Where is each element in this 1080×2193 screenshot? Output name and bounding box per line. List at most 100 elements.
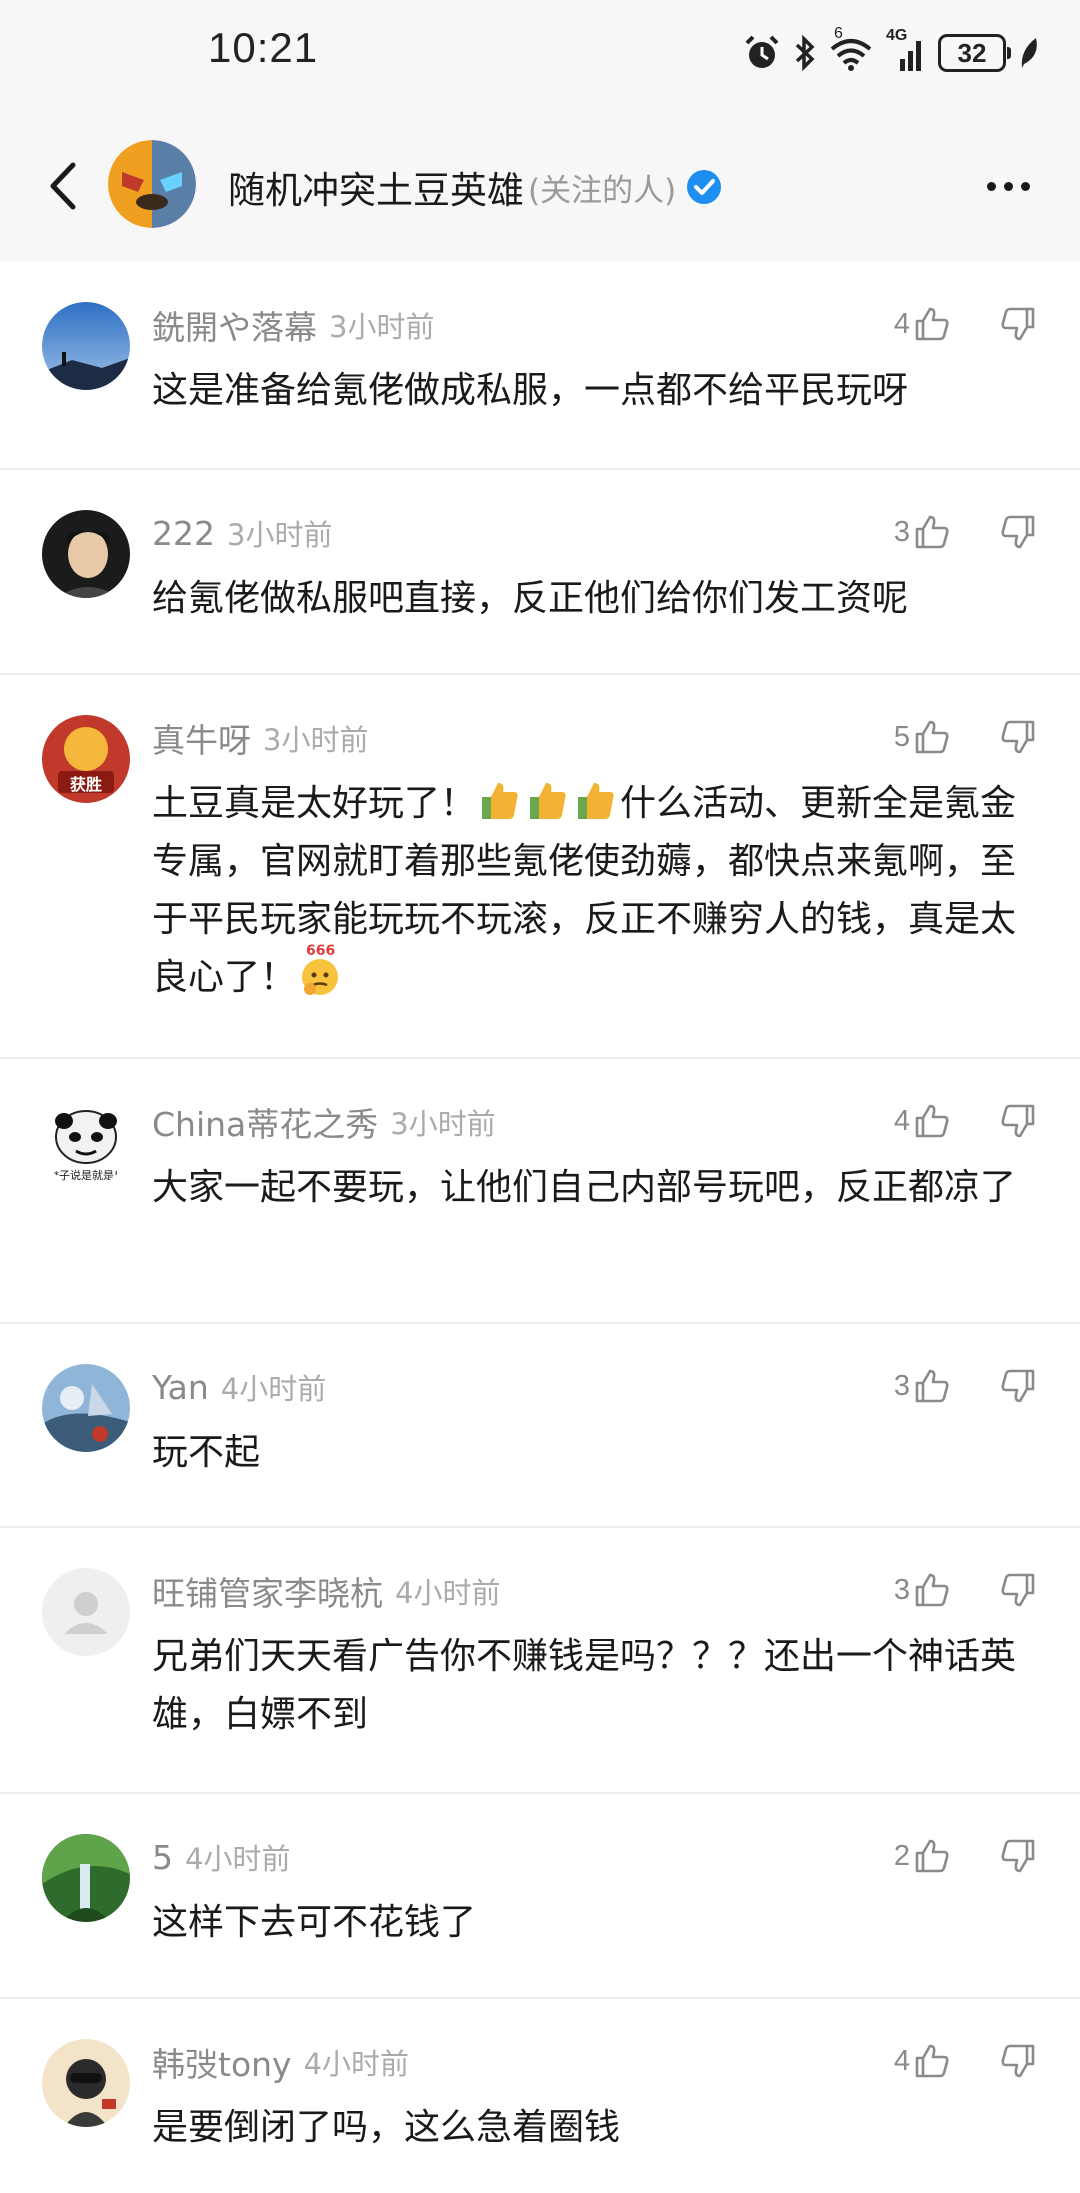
channel-name: 随机冲突土豆英雄 — [228, 169, 524, 212]
comment-meta: 222 3小时前 — [152, 510, 332, 556]
comment-text: 这样下去可不花钱了 — [152, 1902, 477, 1943]
comment-username[interactable]: 222 — [152, 514, 215, 553]
comment-actions: 2 — [894, 1834, 1036, 1878]
comment-actions: 3 — [894, 1568, 1036, 1612]
comment-actions: 3 — [894, 1364, 1036, 1408]
user-avatar[interactable] — [42, 302, 130, 390]
thumbs-up-icon — [915, 1839, 949, 1873]
status-bar: 10:21 6 4G 32 — [0, 0, 1080, 110]
comment-actions: 4 — [894, 2039, 1036, 2083]
follow-tag: (关注的人) — [528, 172, 677, 209]
comment-time: 3小时前 — [263, 723, 369, 757]
leaf-icon — [1018, 36, 1040, 70]
thumbs-up-icon — [915, 307, 949, 341]
dislike-button[interactable] — [1000, 719, 1036, 755]
user-avatar[interactable] — [42, 1364, 130, 1452]
thinking-666-emoji-icon: 666 — [298, 943, 342, 997]
like-count: 2 — [893, 1839, 910, 1872]
thumbs-down-icon — [1001, 1573, 1035, 1607]
like-button[interactable] — [914, 1572, 950, 1608]
comment-meta: China蒂花之秀 3小时前 — [152, 1099, 496, 1145]
comment-username[interactable]: 銑開や落幕 — [152, 301, 317, 349]
comment-item: Yan 4小时前 3 玩不起 — [0, 1322, 1080, 1526]
comment-username[interactable]: 旺铺管家李晓杭 — [152, 1567, 383, 1615]
user-avatar[interactable] — [42, 2039, 130, 2127]
comment-item: 韩弢tony 4小时前 4 是要倒闭了吗，这么急着圈钱 — [0, 1997, 1080, 2193]
comment-time: 4小时前 — [395, 1576, 501, 1610]
comment-meta: 真牛呀 3小时前 — [152, 715, 368, 761]
dislike-button[interactable] — [1000, 306, 1036, 342]
user-avatar[interactable]: *子说是就是! — [42, 1099, 130, 1187]
comment-meta: Yan 4小时前 — [152, 1364, 326, 1410]
comment-time: 4小时前 — [220, 1372, 327, 1406]
channel-avatar[interactable] — [108, 140, 196, 228]
user-avatar[interactable] — [42, 1568, 130, 1656]
comment-username[interactable]: Yan — [152, 1368, 209, 1407]
back-icon — [50, 162, 76, 210]
like-count: 3 — [893, 1369, 910, 1402]
like-button[interactable] — [914, 514, 950, 550]
comment-item: 222 3小时前 3 给氪佬做私服吧直接，反正他们给你们发工资呢 — [0, 468, 1080, 673]
header: 随机冲突土豆英雄 (关注的人) — [0, 110, 1080, 262]
dislike-button[interactable] — [1000, 1572, 1036, 1608]
comment-time: 4小时前 — [303, 2047, 410, 2081]
thumbs-down-icon — [1001, 1104, 1035, 1138]
more-icon-dot — [1020, 181, 1030, 191]
comment-time: 3小时前 — [390, 1107, 496, 1141]
wifi-icon: 6 — [828, 25, 874, 73]
emoji-badge: 666 — [306, 943, 336, 959]
user-avatar[interactable] — [42, 510, 130, 598]
comment-meta: 5 4小时前 — [152, 1834, 290, 1880]
dislike-button[interactable] — [1000, 2043, 1036, 2079]
thumbs-down-icon — [1001, 2044, 1035, 2078]
like-button[interactable] — [914, 1838, 950, 1874]
bluetooth-icon — [794, 33, 816, 73]
avatar-caption: *子说是就是! — [53, 1169, 119, 1182]
comment-item: 銑開や落幕 3小时前 4 这是准备给氪佬做成私服，一点都不给平民玩呀 — [0, 262, 1080, 468]
comment-meta: 韩弢tony 4小时前 — [152, 2039, 409, 2085]
comment-text-part: 土豆真是太好玩了！ — [152, 783, 477, 824]
dislike-button[interactable] — [1000, 1838, 1036, 1874]
comment-time: 3小时前 — [329, 310, 435, 344]
comment-username[interactable]: 5 — [152, 1838, 173, 1877]
wifi-badge: 6 — [834, 25, 843, 42]
like-button[interactable] — [914, 1368, 950, 1404]
dislike-button[interactable] — [1000, 514, 1036, 550]
thumbs-up-icon — [915, 2044, 949, 2078]
thumbs-down-icon — [1001, 720, 1035, 754]
thumbs-down-icon — [1001, 515, 1035, 549]
comment-username[interactable]: 韩弢tony — [152, 2038, 292, 2086]
comment-username[interactable]: China蒂花之秀 — [152, 1098, 378, 1146]
dislike-button[interactable] — [1000, 1368, 1036, 1404]
comment-text: 兄弟们天天看广告你不赚钱是吗？？？还出一个神话英雄，白嫖不到 — [152, 1636, 1017, 1735]
thumbs-up-emoji-icon — [578, 783, 614, 819]
thumbs-up-icon — [915, 720, 949, 754]
channel-title: 随机冲突土豆英雄 (关注的人) — [228, 162, 722, 212]
signal-icon: 4G — [886, 27, 926, 73]
more-button[interactable] — [980, 166, 1036, 206]
like-button[interactable] — [914, 719, 950, 755]
like-count: 3 — [893, 1573, 910, 1606]
status-icons: 6 4G 32 — [742, 25, 1040, 76]
like-button[interactable] — [914, 1103, 950, 1139]
back-button[interactable] — [40, 156, 86, 216]
thumbs-up-icon — [915, 1104, 949, 1138]
comment-list: 銑開や落幕 3小时前 4 这是准备给氪佬做成私服，一点都不给平民玩呀 222 3… — [0, 262, 1080, 2193]
more-icon-dot — [1003, 181, 1013, 191]
dislike-button[interactable] — [1000, 1103, 1036, 1139]
comment-time: 4小时前 — [185, 1842, 291, 1876]
user-avatar[interactable]: 获胜 — [42, 715, 130, 803]
user-avatar[interactable] — [42, 1834, 130, 1922]
comment-text: 这是准备给氪佬做成私服，一点都不给平民玩呀 — [152, 370, 909, 411]
thumbs-down-icon — [1001, 307, 1035, 341]
like-count: 4 — [893, 2044, 910, 2077]
comment-meta: 銑開や落幕 3小时前 — [152, 302, 434, 348]
status-time: 10:21 — [208, 24, 319, 71]
like-count: 4 — [893, 307, 910, 340]
like-button[interactable] — [914, 306, 950, 342]
alarm-icon — [742, 33, 782, 73]
comment-text: 是要倒闭了吗，这么急着圈钱 — [152, 2107, 621, 2148]
comment-username[interactable]: 真牛呀 — [152, 714, 251, 762]
comment-text: 给氪佬做私服吧直接，反正他们给你们发工资呢 — [152, 578, 909, 619]
like-button[interactable] — [914, 2043, 950, 2079]
